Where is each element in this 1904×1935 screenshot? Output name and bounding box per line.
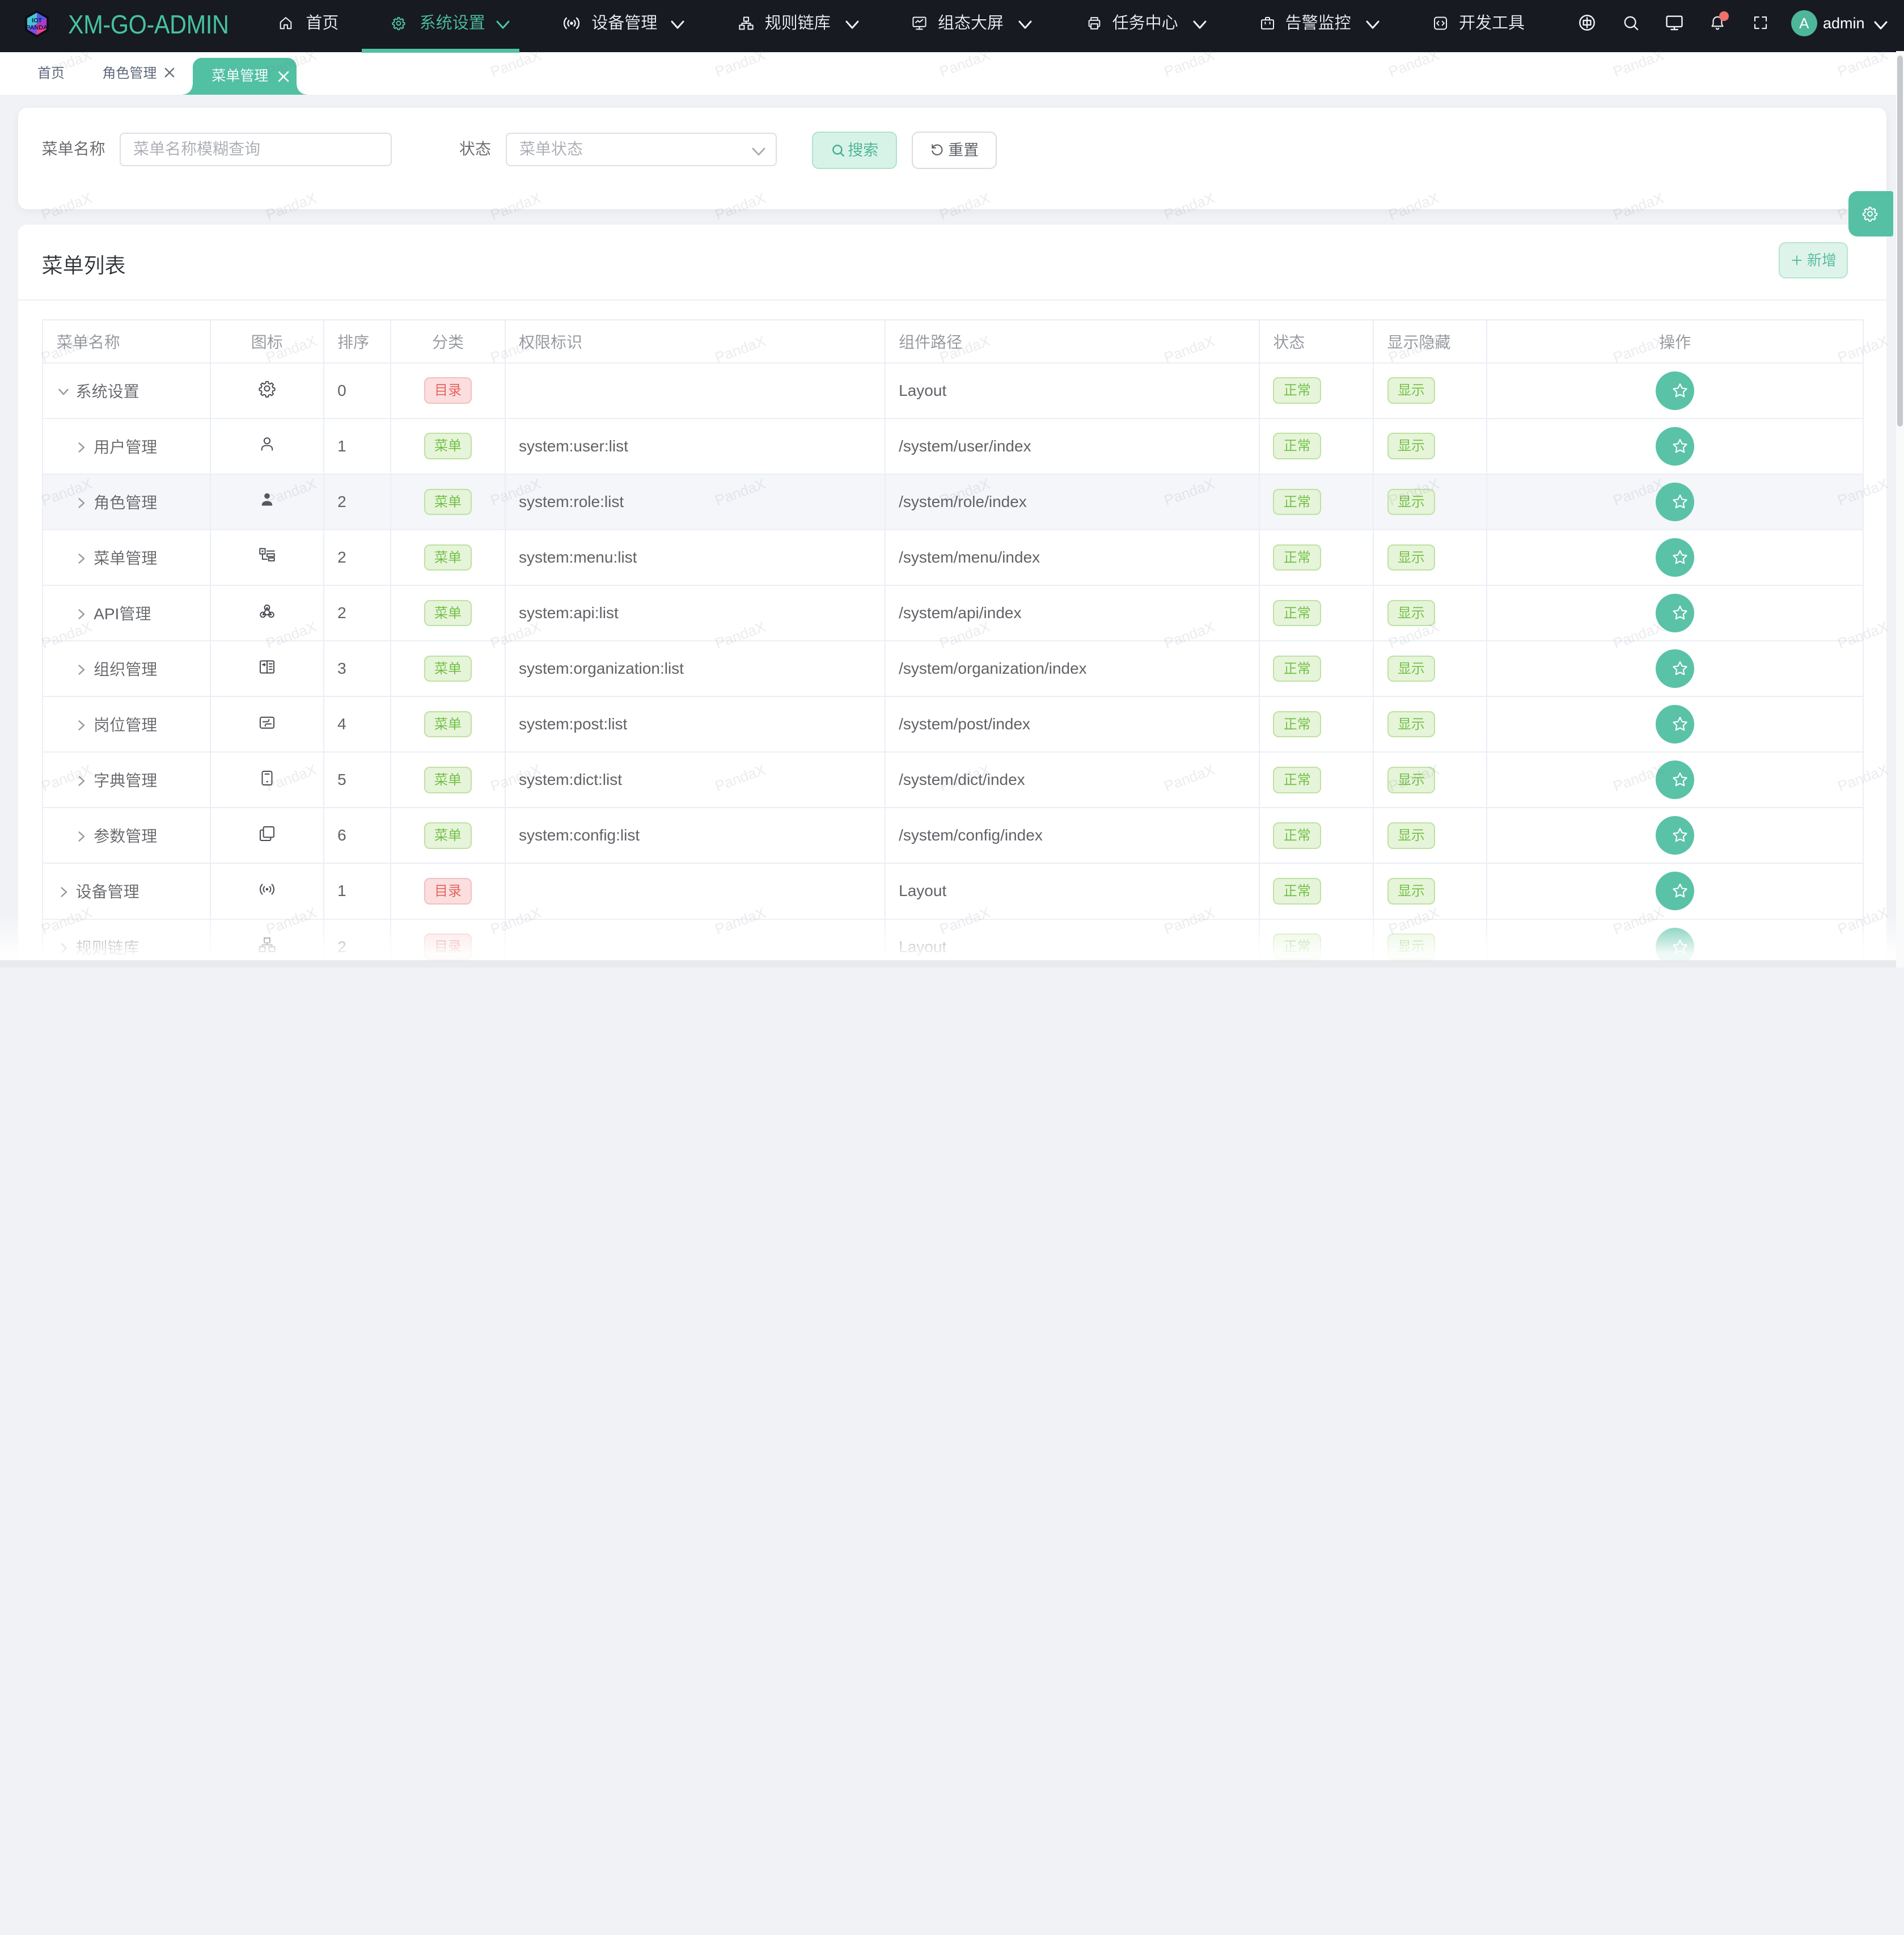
- svg-text:PANDA: PANDA: [27, 24, 48, 31]
- svg-text:IOT: IOT: [32, 17, 42, 24]
